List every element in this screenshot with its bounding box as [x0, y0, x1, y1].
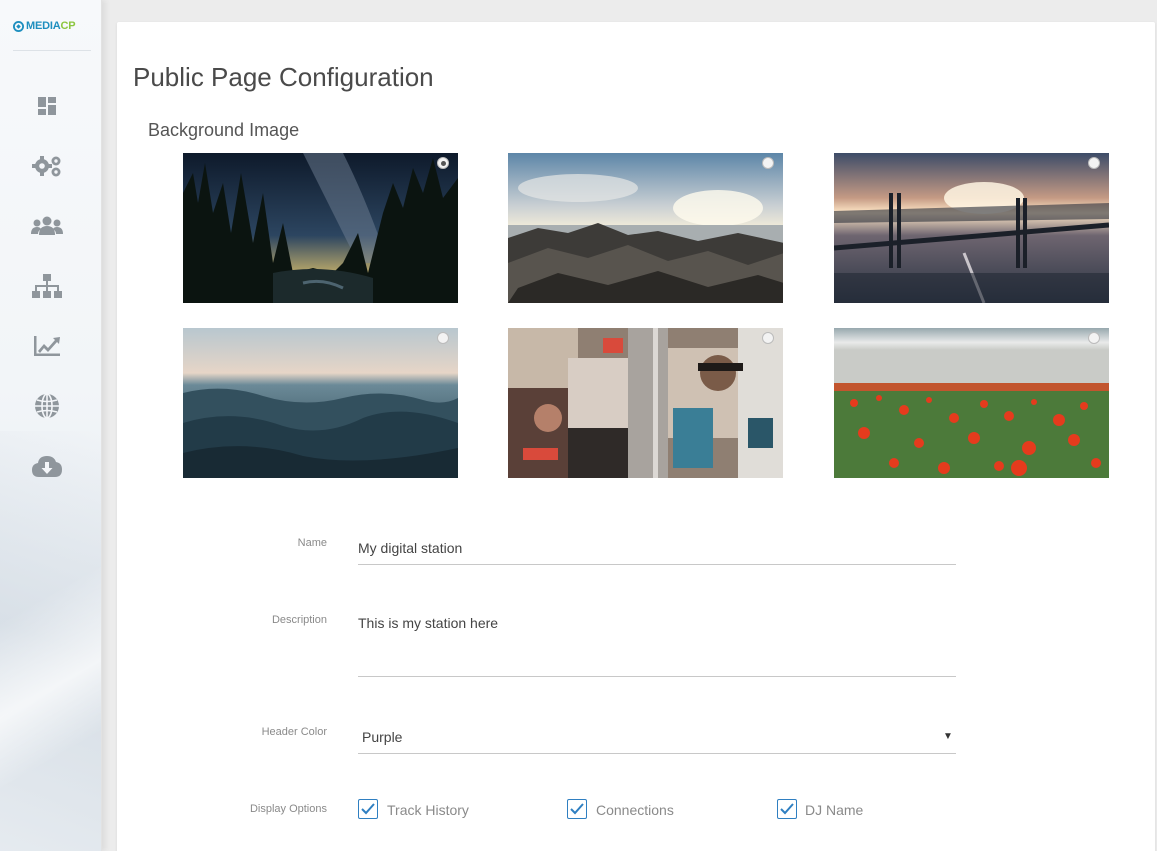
logo-text-media: MEDIA	[26, 20, 61, 32]
logo-text-cp: CP	[60, 20, 76, 32]
connections-label: Connections	[596, 802, 674, 818]
cloud-download-icon	[32, 456, 62, 477]
sitemap-icon	[32, 274, 62, 298]
nav-settings[interactable]	[29, 151, 65, 181]
bridge-sunset-image	[834, 153, 1109, 303]
sidebar-background	[0, 431, 101, 851]
description-label: Description	[271, 614, 327, 626]
background-option-bridge-sunset[interactable]	[834, 153, 1109, 303]
header-color-label: Header Color	[261, 726, 327, 738]
users-icon	[31, 216, 63, 235]
poster-collage-image	[508, 328, 783, 478]
dj-name-label: DJ Name	[805, 802, 864, 818]
poppy-field-image	[834, 328, 1109, 478]
description-underline	[358, 676, 956, 677]
background-option-ocean-waves[interactable]	[183, 328, 458, 478]
background-radio[interactable]	[437, 332, 449, 344]
track-history-label: Track History	[387, 802, 469, 818]
name-label: Name	[297, 537, 327, 549]
dashboard-icon	[38, 97, 56, 115]
name-input[interactable]: My digital station	[358, 540, 462, 556]
background-radio[interactable]	[1088, 332, 1100, 344]
page-title: Public Page Configuration	[133, 62, 434, 92]
configuration-card: Public Page Configuration Background Ima…	[117, 22, 1155, 851]
sidebar: MEDIACP	[0, 0, 102, 851]
background-option-poster-collage[interactable]	[508, 328, 783, 478]
background-radio[interactable]	[437, 157, 449, 169]
divider	[13, 50, 91, 51]
ocean-waves-image	[183, 328, 458, 478]
nav-public-page[interactable]	[29, 391, 65, 421]
globe-icon	[35, 393, 59, 419]
background-radio[interactable]	[762, 157, 774, 169]
track-history-checkbox[interactable]	[358, 799, 378, 819]
night-forest-image	[183, 153, 458, 303]
gears-icon	[32, 156, 61, 177]
background-option-rocky-coast[interactable]	[508, 153, 783, 303]
checkmark-icon	[780, 803, 794, 815]
nav-sitemap[interactable]	[29, 271, 65, 301]
background-option-poppy-field[interactable]	[834, 328, 1109, 478]
header-color-select[interactable]: Purple	[362, 729, 402, 745]
description-textarea[interactable]: This is my station here	[358, 615, 498, 631]
dj-name-checkbox[interactable]	[777, 799, 797, 819]
nav-downloads[interactable]	[29, 451, 65, 481]
header-color-underline	[358, 753, 956, 754]
checkmark-icon	[570, 803, 584, 815]
dropdown-arrow-icon[interactable]: ▼	[943, 731, 953, 742]
connections-checkbox[interactable]	[567, 799, 587, 819]
nav-dashboard[interactable]	[29, 91, 65, 121]
display-options-label: Display Options	[249, 803, 327, 815]
background-option-night-forest[interactable]	[183, 153, 458, 303]
mediacp-logo[interactable]: MEDIACP	[13, 18, 91, 34]
rocky-coast-image	[508, 153, 783, 303]
background-radio[interactable]	[762, 332, 774, 344]
logo-mark-icon	[13, 20, 24, 32]
background-image-title: Background Image	[148, 120, 300, 140]
nav-statistics[interactable]	[29, 331, 65, 361]
nav-users[interactable]	[29, 211, 65, 241]
checkmark-icon	[361, 803, 375, 815]
chart-icon	[34, 336, 60, 356]
background-radio[interactable]	[1088, 157, 1100, 169]
name-underline	[358, 564, 956, 565]
